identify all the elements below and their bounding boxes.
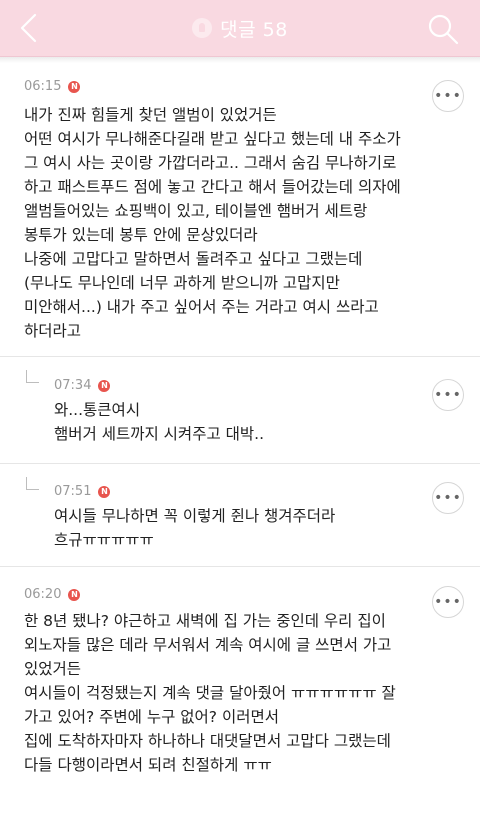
- notification-icon: [192, 18, 213, 38]
- comment-item: 06:15 N ••• 내가 진짜 힘들게 찾던 앨범이 있었거든 어떤 여시가…: [0, 63, 480, 357]
- search-icon: [428, 14, 459, 45]
- new-badge: N: [98, 379, 111, 392]
- comment-item: 06:20 N ••• 한 8년 됐나? 야근하고 새벽에 집 가는 중인데 우…: [0, 567, 480, 818]
- comment-meta: 07:51 N: [54, 484, 111, 499]
- comment-time: 06:20: [24, 587, 62, 602]
- comment-text: 여시들 무나하면 꼭 이렇게 쥔나 챙겨주더라 흐규ㅠㅠㅠㅠㅠ: [54, 507, 336, 549]
- reply-indicator-icon: [26, 370, 39, 383]
- search-button[interactable]: [426, 12, 460, 46]
- comment-text: 와...통큰여시 햄버거 세트까지 시켜주고 대박..: [54, 401, 265, 443]
- more-options-button[interactable]: •••: [432, 586, 464, 618]
- comment-time: 07:34: [54, 378, 92, 393]
- new-badge: N: [98, 485, 111, 498]
- reply-indicator-icon: [26, 477, 39, 490]
- title-wrap: 댓글 58: [0, 0, 480, 56]
- comment-text: 내가 진짜 힘들게 찾던 앨범이 있었거든 어떤 여시가 무나해준다길래 받고 …: [24, 106, 401, 340]
- page-title: 댓글 58: [220, 18, 288, 41]
- comment-time: 07:51: [54, 484, 92, 499]
- reply-item: 07:34 N ••• 와...통큰여시 햄버거 세트까지 시켜주고 대박..: [0, 357, 480, 464]
- reply-item: 07:51 N ••• 여시들 무나하면 꼭 이렇게 쥔나 챙겨주더라 흐규ㅠㅠ…: [0, 464, 480, 567]
- comment-text: 한 8년 됐나? 야근하고 새벽에 집 가는 중인데 우리 집이 외노자들 많은…: [24, 612, 396, 774]
- more-options-button[interactable]: •••: [432, 80, 464, 112]
- comment-meta: 06:20 N: [24, 587, 81, 602]
- more-options-button[interactable]: •••: [432, 379, 464, 411]
- comment-meta: 07:34 N: [54, 378, 111, 393]
- new-badge: N: [68, 588, 81, 601]
- comment-time: 06:15: [24, 79, 62, 94]
- new-badge: N: [68, 80, 81, 93]
- top-bar: 댓글 58: [0, 0, 480, 57]
- more-options-button[interactable]: •••: [432, 482, 464, 514]
- comment-meta: 06:15 N: [24, 79, 81, 94]
